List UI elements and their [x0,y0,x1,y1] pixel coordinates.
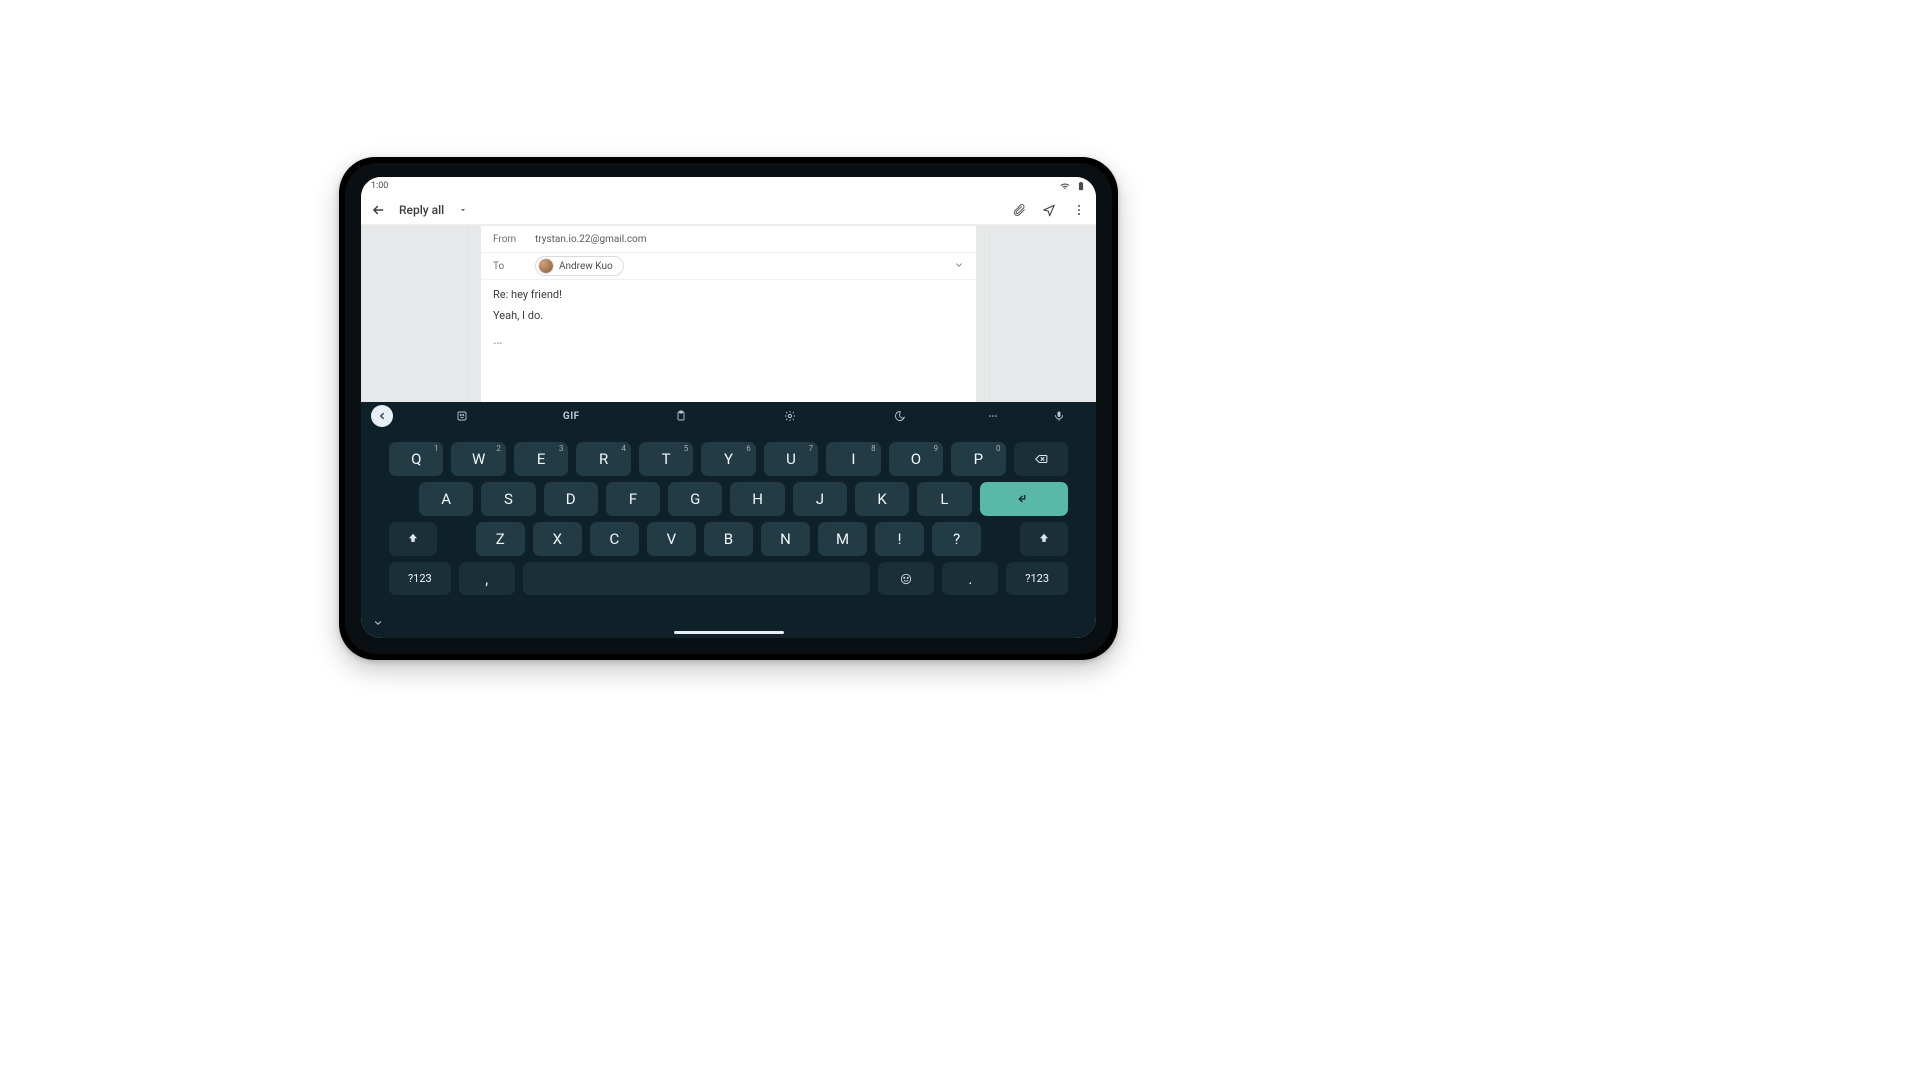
from-row[interactable]: From trystan.io.22@gmail.com [481,226,976,253]
key-hint: 0 [996,444,1001,453]
recipient-chip[interactable]: Andrew Kuo [535,256,624,276]
wifi-icon [1060,181,1070,191]
to-row[interactable]: To Andrew Kuo [481,253,976,280]
on-screen-keyboard: GIF [361,402,1096,638]
key-space[interactable] [523,562,871,595]
key-j[interactable]: J [793,482,847,516]
status-bar: 1:00 [361,177,1096,195]
tablet-screen: 1:00 Reply all [361,177,1096,638]
body-text[interactable]: Yeah, I do. [481,303,976,328]
key-exclaim[interactable]: ! [875,522,924,556]
key-hint: 1 [434,444,439,453]
key-b[interactable]: B [704,522,753,556]
tablet-frame: 1:00 Reply all [339,157,1118,660]
key-w[interactable]: W2 [451,442,505,476]
key-s[interactable]: S [481,482,535,516]
key-shift-left[interactable] [389,522,437,556]
settings-icon[interactable] [736,410,846,422]
key-comma[interactable]: , [459,562,515,595]
key-hint: 3 [559,444,564,453]
sticker-icon[interactable] [407,410,517,422]
clipboard-icon[interactable] [626,410,736,422]
status-time: 1:00 [371,181,388,191]
collapse-keyboard-icon[interactable] [373,613,383,632]
key-x[interactable]: X [533,522,582,556]
key-e[interactable]: E3 [514,442,568,476]
send-icon[interactable] [1042,203,1056,217]
subject-text[interactable]: Re: hey friend! [481,280,976,303]
avatar [539,259,553,273]
key-symbols-left[interactable]: ?123 [389,562,451,595]
key-t[interactable]: T5 [639,442,693,476]
key-period[interactable]: . [942,562,998,595]
key-q[interactable]: Q1 [389,442,443,476]
compose-card: From trystan.io.22@gmail.com To Andrew K… [480,225,977,426]
expand-recipients-icon[interactable] [954,260,964,273]
key-d[interactable]: D [544,482,598,516]
key-o[interactable]: O9 [889,442,943,476]
content-background: From trystan.io.22@gmail.com To Andrew K… [361,225,1096,402]
app-bar: Reply all [361,195,1096,225]
recipient-name: Andrew Kuo [559,261,613,272]
key-symbols-right[interactable]: ?123 [1006,562,1068,595]
key-i[interactable]: I8 [826,442,880,476]
page-title: Reply all [399,203,444,217]
show-quoted-button[interactable]: … [481,328,976,352]
key-emoji[interactable] [878,562,934,595]
gif-button[interactable]: GIF [517,411,627,422]
theme-icon[interactable] [845,410,955,422]
key-l[interactable]: L [917,482,971,516]
from-label: From [493,234,523,245]
keyboard-collapse-left-icon[interactable] [371,405,393,427]
key-hint: 7 [809,444,814,453]
to-label: To [493,261,523,272]
gesture-nav-handle[interactable] [674,631,784,634]
key-question[interactable]: ? [932,522,981,556]
key-h[interactable]: H [730,482,784,516]
key-v[interactable]: V [647,522,696,556]
key-f[interactable]: F [606,482,660,516]
title-dropdown-icon[interactable] [458,205,468,215]
key-g[interactable]: G [668,482,722,516]
back-icon[interactable] [371,203,385,217]
key-shift-right[interactable] [1020,522,1068,556]
overflow-menu-icon[interactable] [1072,203,1086,217]
key-hint: 4 [621,444,626,453]
key-enter[interactable] [980,482,1068,516]
battery-icon [1076,181,1086,191]
mic-icon[interactable] [1031,410,1086,422]
attach-icon[interactable] [1012,203,1026,217]
key-r[interactable]: R4 [576,442,630,476]
key-y[interactable]: Y6 [701,442,755,476]
key-hint: 9 [934,444,939,453]
key-m[interactable]: M [818,522,867,556]
key-p[interactable]: P0 [951,442,1005,476]
key-hint: 6 [746,444,751,453]
key-c[interactable]: C [590,522,639,556]
key-k[interactable]: K [855,482,909,516]
key-a[interactable]: A [419,482,473,516]
more-tools-icon[interactable] [955,410,1032,422]
key-z[interactable]: Z [476,522,525,556]
key-n[interactable]: N [761,522,810,556]
key-hint: 2 [496,444,501,453]
from-value: trystan.io.22@gmail.com [535,234,647,245]
key-hint: 5 [684,444,689,453]
key-u[interactable]: U7 [764,442,818,476]
key-hint: 8 [871,444,876,453]
key-backspace[interactable] [1014,442,1068,476]
